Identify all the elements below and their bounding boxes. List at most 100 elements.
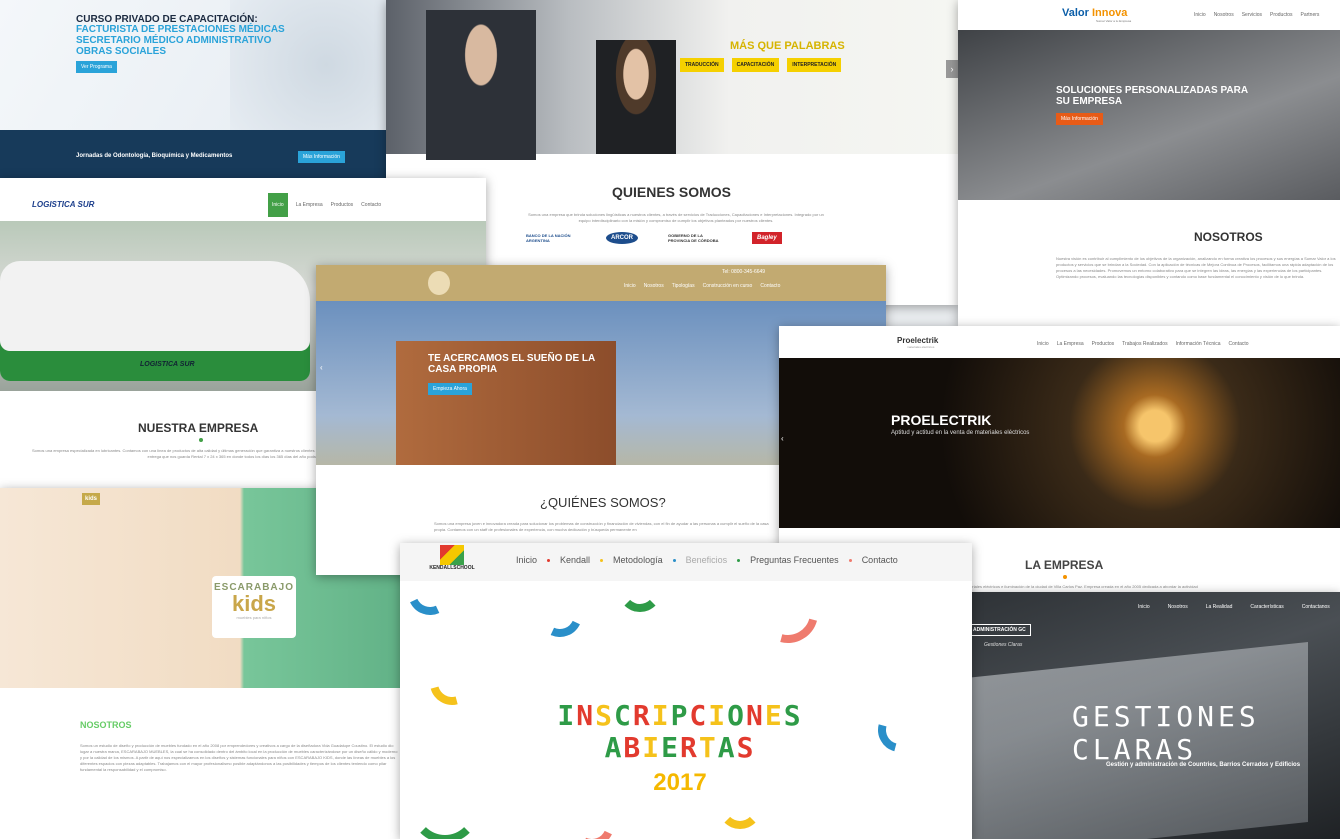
nav-inicio[interactable]: Inicio [268,193,288,217]
section-text: Somos un estudio de diseño y producción … [80,743,398,772]
title-letter: S [736,731,756,764]
title-letter: I [651,699,671,732]
nav-inicio[interactable]: Inicio [516,555,537,565]
brand-logo[interactable]: kids [82,493,101,505]
nav-productos[interactable]: Productos [1270,12,1293,18]
nav-la-empresa[interactable]: La Empresa [296,202,323,208]
title-letter: S [783,699,803,732]
tag-interpretacion[interactable]: INTERPRETACIÓN [787,58,842,72]
site-card-gestiones-claras: ADMINISTRACIÓN GC Gestiones Claras Inici… [918,592,1340,839]
nav-nosotros[interactable]: Nosotros [644,283,664,289]
title-letter: N [746,699,765,732]
nav-beneficios[interactable]: Beneficios [686,555,728,565]
section-title: QUIENES SOMOS [612,184,732,200]
section-title: NOSOTROS [80,720,132,730]
nav-preguntas[interactable]: Preguntas Frecuentes [750,555,839,565]
nav-productos[interactable]: Productos [331,202,354,208]
hero-image [958,30,1340,200]
service-tags: TRADUCCIÓN CAPACITACIÓN INTERPRETACIÓN [680,58,842,72]
nav-servicios[interactable]: Servicios [1242,12,1262,18]
brand-logo[interactable]: Valor Innova [1062,7,1127,19]
title-letter: T [698,731,718,764]
hero-person-1 [426,10,536,160]
hero-title: SOLUCIONES PERSONALIZADAS PARA SU EMPRES… [1056,85,1248,107]
nav-inicio[interactable]: Inicio [1037,341,1049,347]
brand-logo[interactable]: Proelectrik [897,336,938,345]
chevron-left-icon[interactable]: ‹ [320,363,323,372]
nav-tipologias[interactable]: Tipologías [672,283,695,289]
tag-traduccion[interactable]: TRADUCCIÓN [680,58,724,72]
title-letter: P [670,699,690,732]
title-letter: E [764,699,784,732]
section-text: Nuestra visión es contribuir al cumplimi… [1056,256,1336,279]
nav-contacto[interactable]: Contacto [1229,341,1249,347]
nav-la-empresa[interactable]: La Empresa [1057,341,1084,347]
chevron-right-icon[interactable]: › [946,60,958,78]
chevron-left-icon[interactable]: ‹ [781,434,784,443]
title-letter: I [708,699,728,732]
section-title: ¿QUIÉNES SOMOS? [540,495,666,510]
decorative-arc [869,699,931,761]
brand-tagline: materiales eléctricos [907,345,935,349]
divider-dot [199,438,203,442]
hero-image [386,0,958,160]
nav-contacto[interactable]: Contacto [760,283,780,289]
ver-programa-button[interactable]: Ver Programa [76,61,117,73]
decorative-arc [421,652,483,714]
client-logo-cordoba: GOBIERNO DE LA PROVINCIA DE CÓRDOBA [668,233,719,243]
decorative-arc [860,811,904,839]
site-card-capacitacion-medica: CURSO PRIVADO DE CAPACITACIÓN: FACTURIST… [0,0,390,178]
nav-nosotros[interactable]: Nosotros [1214,12,1234,18]
nav-partners[interactable]: Partners [1301,12,1320,18]
nav-caracteristicas[interactable]: Características [1250,604,1283,610]
title-letter: N [576,699,596,732]
nav-metodologia[interactable]: Metodología [613,555,663,565]
nav-separator [547,558,551,562]
section-title: NUESTRA EMPRESA [138,421,259,435]
title-letter: B [623,731,643,764]
brand-logo[interactable] [428,271,450,295]
section-title: LA EMPRESA [1025,558,1104,572]
nav-la-realidad[interactable]: La Realidad [1206,604,1233,610]
client-logo-bagley: Bagley [752,232,782,244]
title-line-1: INSCRIPCIONES [550,700,810,732]
main-nav: Inicio Nosotros Tipologías Construcción … [616,283,780,289]
section-text: Somos una empresa que brinda soluciones … [528,212,824,223]
client-logo-banco-nacion: BANCO DE LA NACIÓN ARGENTINA [526,233,571,243]
mas-informacion-button[interactable]: Más Información [298,151,345,163]
brand-logo[interactable]: LOGISTICA SUR [32,200,94,209]
navbar: KENDALLSCHOOL Inicio Kendall Metodología… [400,543,972,581]
mas-informacion-button[interactable]: Más Información [1056,113,1103,125]
hero-person-2 [596,40,676,154]
phone-number: Tel: 0800-345-6649 [722,269,766,275]
nav-kendall[interactable]: Kendall [560,555,590,565]
nav-informacion[interactable]: Información Técnica [1176,341,1221,347]
title-line-2: ABIERTAS [550,732,810,764]
school-logo-icon [440,545,464,565]
tag-capacitacion[interactable]: CAPACITACIÓN [731,58,780,72]
nav-construccion[interactable]: Construcción en curso [703,283,753,289]
empieza-ahora-button[interactable]: Empieza Ahora [428,383,472,395]
title-letter: R [632,699,652,732]
nav-nosotros[interactable]: Nosotros [1168,604,1188,610]
decorative-arc [563,796,621,839]
site-card-valor-innova: Valor Innova Sumar Valor a tu Empresa In… [958,0,1340,326]
title-letter: C [689,699,709,732]
nav-separator [737,558,741,562]
brand-tagline: Gestiones Claras [984,642,1023,648]
title-letter: C [613,699,633,732]
nav-contacto[interactable]: Contacto [862,555,898,565]
title-letter: S [595,699,614,732]
nav-trabajos[interactable]: Trabajos Realizados [1122,341,1167,347]
nav-inicio[interactable]: Inicio [624,283,636,289]
nav-inicio[interactable]: Inicio [1194,12,1206,18]
nav-productos[interactable]: Productos [1092,341,1115,347]
nav-contactanos[interactable]: Contactanos [1302,604,1330,610]
nav-contacto[interactable]: Contacto [361,202,381,208]
brand-logo[interactable]: ADMINISTRACIÓN GC [968,624,1031,636]
title-letter: I [642,731,662,764]
truck-text: LOGISTICA SUR [140,361,195,368]
nav-inicio[interactable]: Inicio [1138,604,1150,610]
hero-title: PROELECTRIK [891,412,992,428]
title-letter: O [727,699,746,732]
